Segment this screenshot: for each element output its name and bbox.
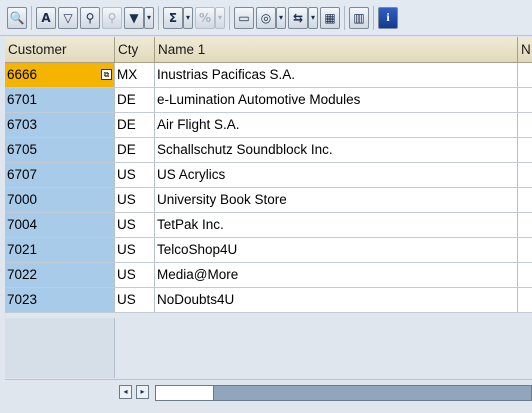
spreadsheet-icon[interactable]: ⇆ bbox=[288, 6, 308, 29]
n-cell[interactable] bbox=[518, 288, 532, 312]
customer-cell[interactable]: 6707 bbox=[5, 163, 115, 187]
sort-ascending-icon[interactable]: A bbox=[36, 6, 56, 29]
layout-grid-icon[interactable]: ▦ bbox=[320, 6, 340, 29]
subtotal-icon[interactable]: % bbox=[195, 6, 215, 29]
customer-cell[interactable]: 7021 bbox=[5, 238, 115, 262]
horizontal-scrollbar[interactable]: ◂ ▸ bbox=[5, 379, 532, 403]
customer-cell[interactable]: 6703 bbox=[5, 113, 115, 137]
filter-icon[interactable]: ▽ bbox=[58, 6, 78, 29]
grid-header: Customer Cty Name 1 N bbox=[5, 37, 532, 63]
grid-empty-area bbox=[5, 318, 532, 378]
customer-cell[interactable]: 6701 bbox=[5, 88, 115, 112]
details-icon[interactable]: 🔍 bbox=[7, 6, 27, 29]
table-row[interactable]: 7022 US Media@More bbox=[5, 263, 532, 288]
toolbar-separator bbox=[344, 5, 345, 30]
print-preview-icon[interactable]: ▭ bbox=[234, 6, 254, 29]
total-dropdown-icon[interactable]: ▾ bbox=[183, 6, 193, 29]
total-icon[interactable]: Σ bbox=[163, 6, 183, 29]
name-cell[interactable]: TelcoShop4U bbox=[155, 238, 518, 262]
customer-cell[interactable]: 7022 bbox=[5, 263, 115, 287]
customer-cell[interactable]: 7004 bbox=[5, 213, 115, 237]
table-row[interactable]: 6666 ⧉ MX Inustrias Pacificas S.A. bbox=[5, 63, 532, 88]
set-filter-icon[interactable]: ▼ bbox=[124, 6, 144, 29]
country-cell[interactable]: DE bbox=[115, 138, 155, 162]
name-cell[interactable]: US Acrylics bbox=[155, 163, 518, 187]
toolbar-separator bbox=[158, 5, 159, 30]
change-layout-icon[interactable]: ▥ bbox=[349, 6, 369, 29]
n-cell[interactable] bbox=[518, 263, 532, 287]
name-cell[interactable]: University Book Store bbox=[155, 188, 518, 212]
country-cell[interactable]: MX bbox=[115, 63, 155, 87]
find-next-icon[interactable]: ⚲ bbox=[102, 6, 122, 29]
table-row[interactable]: 7000 US University Book Store bbox=[5, 188, 532, 213]
info-icon[interactable]: i bbox=[378, 6, 398, 29]
country-cell[interactable]: US bbox=[115, 163, 155, 187]
n-cell[interactable] bbox=[518, 138, 532, 162]
n-cell[interactable] bbox=[518, 188, 532, 212]
toolbar-separator bbox=[229, 5, 230, 30]
customer-cell[interactable]: 6705 bbox=[5, 138, 115, 162]
n-cell[interactable] bbox=[518, 113, 532, 137]
n-cell[interactable] bbox=[518, 63, 532, 87]
export-dropdown-icon[interactable]: ▾ bbox=[276, 6, 286, 29]
column-header-name[interactable]: Name 1 bbox=[155, 37, 518, 62]
n-cell[interactable] bbox=[518, 163, 532, 187]
name-cell[interactable]: Air Flight S.A. bbox=[155, 113, 518, 137]
name-cell[interactable]: Media@More bbox=[155, 263, 518, 287]
toolbar-separator bbox=[31, 5, 32, 30]
scrollbar-thumb[interactable] bbox=[156, 386, 214, 400]
country-cell[interactable]: US bbox=[115, 238, 155, 262]
table-row[interactable]: 6707 US US Acrylics bbox=[5, 163, 532, 188]
n-cell[interactable] bbox=[518, 213, 532, 237]
scrollbar-track[interactable] bbox=[155, 385, 532, 401]
name-cell[interactable]: Inustrias Pacificas S.A. bbox=[155, 63, 518, 87]
name-cell[interactable]: e-Lumination Automotive Modules bbox=[155, 88, 518, 112]
name-cell[interactable]: Schallschutz Soundblock Inc. bbox=[155, 138, 518, 162]
subtotal-dropdown-icon[interactable]: ▾ bbox=[215, 6, 225, 29]
customer-cell-selected[interactable]: 6666 ⧉ bbox=[5, 63, 115, 87]
customer-cell[interactable]: 7023 bbox=[5, 288, 115, 312]
country-cell[interactable]: US bbox=[115, 188, 155, 212]
key-column-filler bbox=[5, 318, 115, 378]
country-cell[interactable]: US bbox=[115, 213, 155, 237]
toolbar-separator bbox=[373, 5, 374, 30]
name-cell[interactable]: TetPak Inc. bbox=[155, 213, 518, 237]
country-cell[interactable]: DE bbox=[115, 88, 155, 112]
column-header-country[interactable]: Cty bbox=[115, 37, 155, 62]
table-row[interactable]: 7004 US TetPak Inc. bbox=[5, 213, 532, 238]
alv-toolbar: 🔍 A ▽ ⚲ ⚲ ▼ ▾ Σ ▾ % ▾ ▭ ◎ ▾ ⇆ ▾ ▦ ▥ i bbox=[0, 0, 532, 36]
export-icon[interactable]: ◎ bbox=[256, 6, 276, 29]
table-row[interactable]: 7023 US NoDoubts4U bbox=[5, 288, 532, 313]
name-cell[interactable]: NoDoubts4U bbox=[155, 288, 518, 312]
column-header-customer[interactable]: Customer bbox=[5, 37, 115, 62]
table-row[interactable]: 6701 DE e-Lumination Automotive Modules bbox=[5, 88, 532, 113]
column-header-n[interactable]: N bbox=[518, 37, 532, 62]
table-row[interactable]: 6703 DE Air Flight S.A. bbox=[5, 113, 532, 138]
scroll-right-icon[interactable]: ▸ bbox=[136, 385, 149, 399]
spreadsheet-dropdown-icon[interactable]: ▾ bbox=[308, 6, 318, 29]
table-row[interactable]: 7021 US TelcoShop4U bbox=[5, 238, 532, 263]
set-filter-dropdown-icon[interactable]: ▾ bbox=[144, 6, 154, 29]
value-help-icon[interactable]: ⧉ bbox=[101, 69, 112, 80]
country-cell[interactable]: DE bbox=[115, 113, 155, 137]
table-row[interactable]: 6705 DE Schallschutz Soundblock Inc. bbox=[5, 138, 532, 163]
country-cell[interactable]: US bbox=[115, 263, 155, 287]
find-icon[interactable]: ⚲ bbox=[80, 6, 100, 29]
customer-cell[interactable]: 7000 bbox=[5, 188, 115, 212]
customer-grid: Customer Cty Name 1 N 6666 ⧉ MX Inustrias… bbox=[5, 37, 532, 313]
country-cell[interactable]: US bbox=[115, 288, 155, 312]
scroll-left-icon[interactable]: ◂ bbox=[119, 385, 132, 399]
n-cell[interactable] bbox=[518, 238, 532, 262]
n-cell[interactable] bbox=[518, 88, 532, 112]
customer-number: 6666 bbox=[7, 67, 38, 82]
